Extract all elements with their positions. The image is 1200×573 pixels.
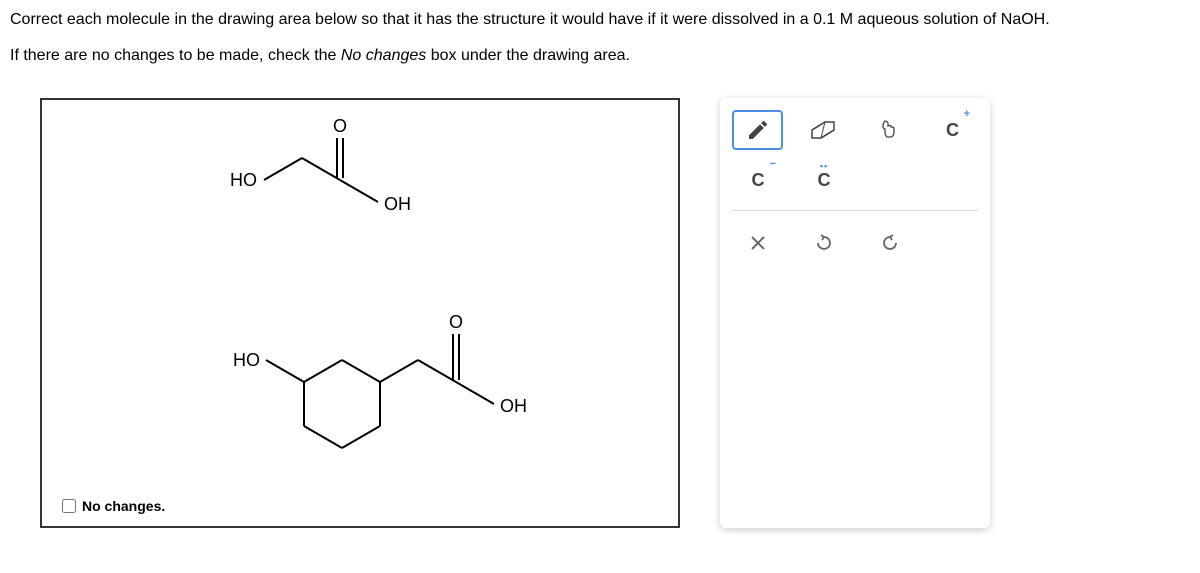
redo-icon (880, 233, 900, 253)
cation-tool-button[interactable]: C+ (927, 110, 978, 150)
pointer-icon (876, 118, 900, 142)
cation-c-label: C (946, 120, 959, 141)
radical-c-label: C (818, 170, 831, 191)
molecule-1-ho-label: HO (230, 170, 257, 190)
divider (732, 210, 978, 211)
instruction-line-1: Correct each molecule in the drawing are… (10, 8, 1190, 32)
molecule-1-o-label: O (333, 116, 347, 136)
instructions: Correct each molecule in the drawing are… (0, 0, 1200, 88)
molecule-canvas[interactable]: HO O OH HO (192, 110, 592, 490)
tool-row-3 (732, 223, 978, 263)
instruction-line-2: If there are no changes to be made, chec… (10, 44, 1190, 68)
clear-button[interactable] (732, 223, 784, 263)
molecule-1-oh-label: OH (384, 194, 411, 214)
anion-c-label: C (752, 170, 765, 191)
molecule-1[interactable]: HO O OH (230, 116, 411, 214)
no-changes-label[interactable]: No changes. (82, 498, 165, 514)
tool-palette: C+ C− ••C (720, 98, 990, 528)
molecule-2[interactable]: HO O OH (233, 312, 527, 448)
minus-icon: − (770, 158, 776, 170)
close-icon (749, 234, 767, 252)
redo-button[interactable] (864, 223, 916, 263)
pencil-icon (746, 118, 770, 142)
tool-row-2: C− ••C (732, 160, 978, 200)
undo-button[interactable] (798, 223, 850, 263)
workspace: HO O OH HO (0, 88, 1200, 538)
eraser-tool-button[interactable] (797, 110, 848, 150)
molecule-2-oh-label: OH (500, 396, 527, 416)
drawing-area[interactable]: HO O OH HO (40, 98, 680, 528)
radical-tool-button[interactable]: ••C (798, 160, 850, 200)
no-changes-checkbox[interactable] (62, 499, 76, 513)
pointer-tool-button[interactable] (862, 110, 913, 150)
tool-row-1: C+ (732, 110, 978, 150)
molecule-2-ho-label: HO (233, 350, 260, 370)
anion-tool-button[interactable]: C− (732, 160, 784, 200)
dots-icon: •• (820, 161, 828, 171)
plus-icon: + (964, 108, 970, 120)
undo-icon (814, 233, 834, 253)
draw-tool-button[interactable] (732, 110, 783, 150)
eraser-icon (809, 120, 837, 140)
molecule-2-o-label: O (449, 312, 463, 332)
no-changes-row: No changes. (62, 498, 165, 514)
